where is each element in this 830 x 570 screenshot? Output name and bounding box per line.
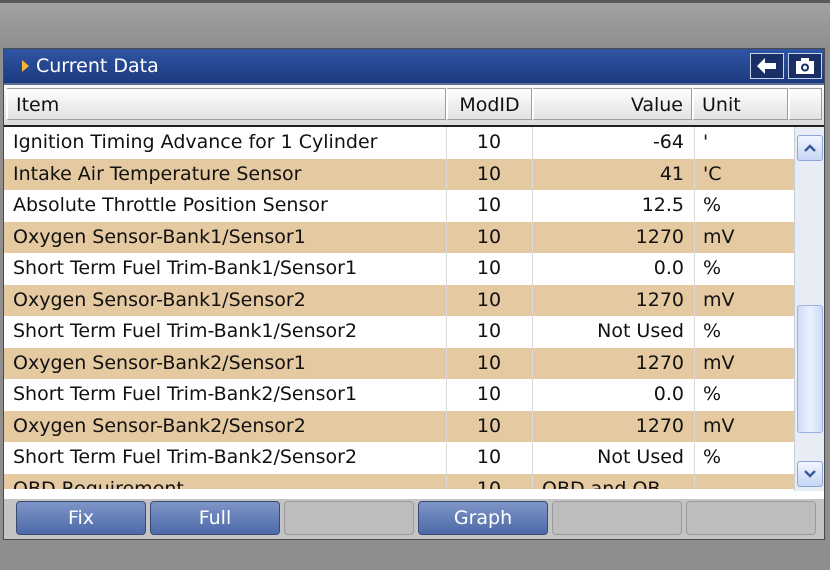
table-header: Item ModID Value Unit: [4, 83, 824, 127]
empty-button: [686, 501, 816, 535]
table-row[interactable]: Short Term Fuel Trim-Bank2/Sensor1 10 0.0%: [4, 379, 794, 410]
row-item-name: Short Term Fuel Trim-Bank1/Sensor2: [13, 320, 358, 342]
chevron-up-icon: [804, 144, 816, 152]
row-value: 0.0: [653, 257, 684, 279]
row-item-name: Short Term Fuel Trim-Bank1/Sensor1: [13, 257, 358, 279]
current-data-panel: Current Data Item ModID Value Unit OBD R…: [3, 48, 825, 540]
title-marker-icon: [22, 60, 29, 72]
row-value: 1270: [635, 288, 684, 311]
table-row[interactable]: Oxygen Sensor-Bank2/Sensor2 10 1270 mV: [4, 410, 794, 442]
row-item-name: Oxygen Sensor-Bank2/Sensor2: [13, 414, 306, 437]
row-modid: 10: [476, 162, 502, 185]
row-value: OBD and OB: [542, 477, 661, 490]
row-modid: 10: [476, 257, 502, 279]
row-item-name: OBD Requirement: [13, 477, 184, 490]
scroll-up-button[interactable]: [797, 135, 823, 161]
row-modid: 10: [476, 477, 502, 490]
row-unit: mV: [703, 351, 735, 374]
row-modid: 10: [476, 446, 502, 468]
fix-button[interactable]: Fix: [16, 501, 146, 535]
empty-button: [552, 501, 682, 535]
scroll-down-button[interactable]: [797, 461, 823, 487]
row-unit: %: [703, 320, 722, 342]
column-divider: [446, 127, 447, 489]
row-modid: 10: [476, 320, 502, 342]
column-divider: [532, 127, 533, 489]
row-modid: 10: [476, 225, 502, 248]
row-value: -64: [652, 131, 684, 153]
column-divider: [694, 127, 695, 489]
row-unit: mV: [703, 288, 735, 311]
row-item-name: Short Term Fuel Trim-Bank2/Sensor1: [13, 383, 358, 405]
row-unit: %: [703, 257, 722, 279]
row-value: 0.0: [653, 383, 684, 405]
back-button[interactable]: [750, 53, 784, 79]
row-value: 1270: [635, 414, 684, 437]
table-row[interactable]: Short Term Fuel Trim-Bank2/Sensor2 10 Not …: [4, 442, 794, 473]
row-value: 1270: [635, 225, 684, 248]
column-header-modid[interactable]: ModID: [446, 88, 532, 120]
column-header-value[interactable]: Value: [532, 88, 692, 120]
screenshot-button[interactable]: [788, 53, 822, 79]
row-unit: mV: [703, 225, 735, 248]
row-modid: 10: [476, 414, 502, 437]
row-unit: mV: [703, 414, 735, 437]
table-row[interactable]: Oxygen Sensor-Bank1/Sensor2 10 1270 mV: [4, 284, 794, 316]
row-modid: 10: [476, 131, 502, 153]
top-frame: [0, 0, 830, 48]
row-modid: 10: [476, 383, 502, 405]
table-row[interactable]: Intake Air Temperature Sensor 10 41 'C: [4, 158, 794, 190]
table-row[interactable]: OBD Requirement 10 OBD and OB -: [4, 473, 794, 490]
row-item-name: Ignition Timing Advance for 1 Cylinder: [13, 131, 378, 153]
table-row[interactable]: Oxygen Sensor-Bank2/Sensor1 10 1270 mV: [4, 347, 794, 379]
row-unit: -: [703, 477, 710, 490]
row-value: 12.5: [641, 194, 684, 216]
row-modid: 10: [476, 194, 502, 216]
row-unit: 'C: [703, 162, 722, 185]
camera-icon: [796, 58, 814, 74]
table-row[interactable]: Short Term Fuel Trim-Bank1/Sensor2 10 Not …: [4, 316, 794, 347]
table-row[interactable]: Short Term Fuel Trim-Bank1/Sensor1 10 0.0%: [4, 253, 794, 284]
graph-button[interactable]: Graph: [418, 501, 548, 535]
row-value: 1270: [635, 351, 684, 374]
row-item-name: Intake Air Temperature Sensor: [13, 162, 302, 185]
data-table-body: OBD Requirement 10 OBD and OB - Short Term F…: [4, 127, 794, 489]
full-button[interactable]: Full: [150, 501, 280, 535]
scroll-thumb[interactable]: [797, 305, 823, 433]
row-value: Not Used: [597, 320, 684, 342]
row-unit: %: [703, 446, 722, 468]
row-item-name: Absolute Throttle Position Sensor: [13, 194, 328, 216]
vertical-scrollbar[interactable]: [794, 127, 824, 491]
table-row[interactable]: Oxygen Sensor-Bank1/Sensor1 10 1270 mV: [4, 221, 794, 253]
row-value: 41: [659, 162, 684, 185]
footer-button-bar: Fix Full Graph: [4, 499, 824, 539]
row-unit: %: [703, 383, 722, 405]
panel-title-bar: Current Data: [4, 49, 824, 83]
row-item-name: Short Term Fuel Trim-Bank2/Sensor2: [13, 446, 358, 468]
table-row[interactable]: Absolute Throttle Position Sensor 10 12.5%: [4, 190, 794, 221]
column-header-item[interactable]: Item: [6, 88, 446, 120]
row-modid: 10: [476, 288, 502, 311]
row-item-name: Oxygen Sensor-Bank1/Sensor1: [13, 225, 306, 248]
row-unit: ': [703, 131, 709, 153]
row-value: Not Used: [597, 446, 684, 468]
panel-title: Current Data: [36, 55, 159, 77]
chevron-down-icon: [804, 470, 816, 478]
column-header-spacer: [788, 88, 822, 120]
empty-button: [284, 501, 414, 535]
back-arrow-icon: [757, 58, 776, 74]
column-header-unit[interactable]: Unit: [692, 88, 788, 120]
row-item-name: Oxygen Sensor-Bank1/Sensor2: [13, 288, 306, 311]
row-item-name: Oxygen Sensor-Bank2/Sensor1: [13, 351, 306, 374]
row-unit: %: [703, 194, 722, 216]
row-modid: 10: [476, 351, 502, 374]
table-row[interactable]: Ignition Timing Advance for 1 Cylinder 10…: [4, 127, 794, 158]
